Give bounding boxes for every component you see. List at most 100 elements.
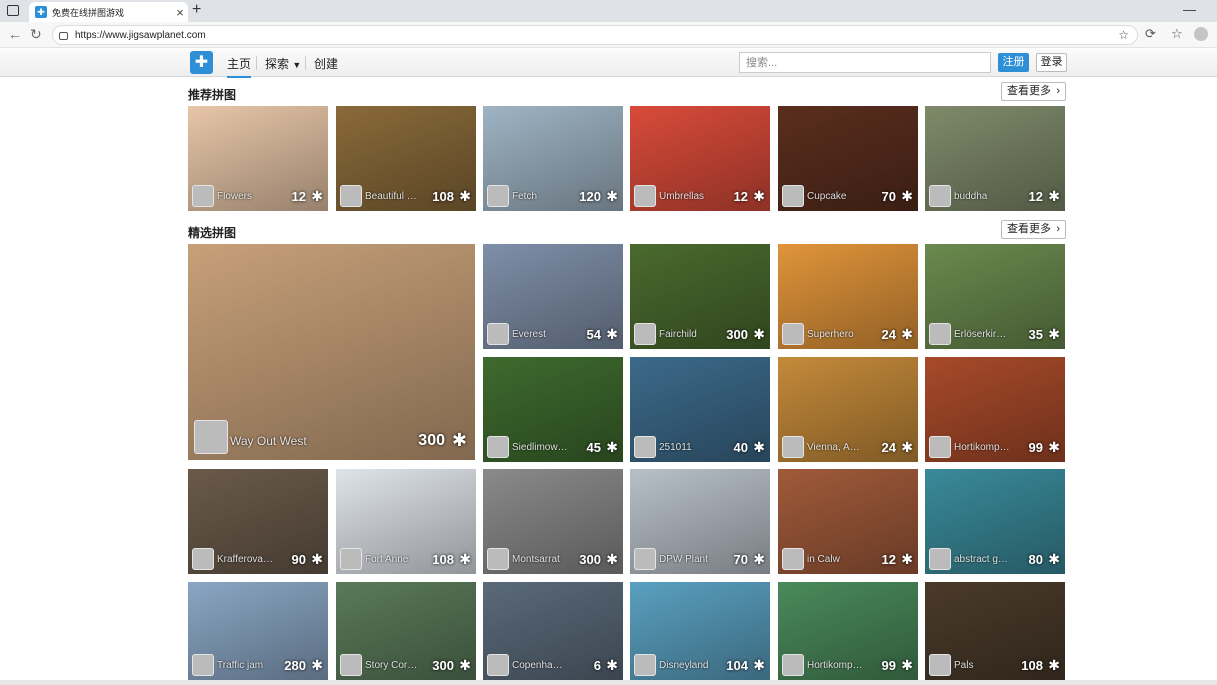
url-field[interactable]: https://www.jigsawplanet.com ☆ [52,25,1138,45]
piece-count: 12 [733,189,748,204]
puzzle-tile[interactable]: Pals 108 ✱ [925,582,1065,680]
user-avatar[interactable] [192,185,214,207]
favorites-icon[interactable]: ☆ [1171,26,1183,42]
user-avatar[interactable] [340,654,362,676]
minimize-icon[interactable]: — [1183,2,1196,17]
puzzle-piece-icon: ✱ [606,188,618,204]
puzzle-tile[interactable]: in Calw 12 ✱ [778,469,918,574]
user-avatar[interactable] [634,548,656,570]
piece-count: 300 [579,552,601,567]
puzzle-name: Erlöserkirche [954,329,1010,340]
puzzle-tile[interactable]: Fort Anne 108 ✱ [336,469,476,574]
puzzle-piece-icon: ✱ [753,326,765,342]
puzzle-tile[interactable]: 251011 40 ✱ [630,357,770,462]
puzzle-piece-icon: ✱ [459,657,471,673]
recommended-more-button[interactable]: 查看更多 › [1001,82,1066,101]
nav-divider [256,56,257,70]
puzzle-piece-icon: ✱ [606,439,618,455]
user-avatar[interactable] [192,654,214,676]
puzzle-name: Way Out West [230,434,307,448]
puzzle-tile[interactable]: Copenhagen 6 ✱ [483,582,623,680]
nav-create[interactable]: 创建 [314,55,338,72]
user-avatar[interactable] [487,654,509,676]
profile-icon[interactable] [1194,27,1208,41]
user-avatar[interactable] [782,436,804,458]
user-avatar[interactable] [929,436,951,458]
user-avatar[interactable] [487,436,509,458]
user-avatar[interactable] [782,323,804,345]
close-tab-icon[interactable]: × [172,5,188,20]
user-avatar[interactable] [487,185,509,207]
piece-count: 108 [432,552,454,567]
piece-count: 12 [881,552,896,567]
window-menu-icon[interactable] [7,5,19,16]
puzzle-tile[interactable]: Siedlimowice 45 ✱ [483,357,623,462]
user-avatar[interactable] [782,548,804,570]
puzzle-piece-icon: ✱ [606,326,618,342]
puzzle-name: buddha [954,191,988,202]
puzzle-piece-icon: ✱ [1048,657,1060,673]
user-avatar[interactable] [487,548,509,570]
nav-divider [305,56,306,70]
puzzle-tile[interactable]: Everest 54 ✱ [483,244,623,349]
puzzle-tile[interactable]: Cupcake 70 ✱ [778,106,918,211]
search-input[interactable] [739,52,991,73]
user-avatar[interactable] [192,548,214,570]
nav-home[interactable]: 主页 [227,55,252,78]
puzzle-piece-icon: ✱ [459,188,471,204]
puzzle-tile[interactable]: Montsarrat 300 ✱ [483,469,623,574]
puzzle-tile[interactable]: Disneyland 104 ✱ [630,582,770,680]
puzzle-tile[interactable]: Superhero 24 ✱ [778,244,918,349]
puzzle-piece-icon: ✱ [459,551,471,567]
user-avatar[interactable] [487,323,509,345]
puzzle-piece-icon: ✱ [1048,188,1060,204]
user-avatar[interactable] [634,436,656,458]
user-avatar[interactable] [782,654,804,676]
user-avatar[interactable] [634,654,656,676]
favicon-icon: ✚ [35,6,47,18]
site-logo-icon[interactable]: ✚ [190,51,213,74]
puzzle-tile[interactable]: Way Out West 300 ✱ [188,244,475,460]
puzzle-tile[interactable]: Krafferova ulice 90 ✱ [188,469,328,574]
user-avatar[interactable] [929,654,951,676]
puzzle-tile[interactable]: DPW Plant 70 ✱ [630,469,770,574]
piece-count: 90 [291,552,306,567]
puzzle-piece-icon: ✱ [311,551,323,567]
chevron-right-icon: › [1056,223,1060,235]
puzzle-tile[interactable]: Hortikomplex 99 ✱ [925,357,1065,462]
user-avatar[interactable] [340,185,362,207]
back-icon[interactable]: ← [8,26,22,42]
puzzle-tile[interactable]: Story Corner 300 ✱ [336,582,476,680]
user-avatar[interactable] [340,548,362,570]
user-avatar[interactable] [929,548,951,570]
user-avatar[interactable] [634,185,656,207]
new-tab-icon[interactable]: + [192,1,201,19]
featured-more-button[interactable]: 查看更多 › [1001,220,1066,239]
puzzle-tile[interactable]: Umbrellas 12 ✱ [630,106,770,211]
user-avatar[interactable] [782,185,804,207]
puzzle-tile[interactable]: abstract geometry 80 ✱ [925,469,1065,574]
register-button[interactable]: 注册 [998,53,1029,72]
puzzle-tile[interactable]: Erlöserkirche 35 ✱ [925,244,1065,349]
favorite-star-icon[interactable]: ☆ [1118,28,1129,42]
user-avatar[interactable] [634,323,656,345]
user-avatar[interactable] [929,323,951,345]
puzzle-tile[interactable]: Beautiful horse 108 ✱ [336,106,476,211]
puzzle-tile[interactable]: Fetch 120 ✱ [483,106,623,211]
puzzle-tile[interactable]: Traffic jam 280 ✱ [188,582,328,680]
puzzle-tile[interactable]: Vienna, Austria 24 ✱ [778,357,918,462]
piece-count: 99 [1028,440,1043,455]
puzzle-tile[interactable]: Fairchild 300 ✱ [630,244,770,349]
extensions-icon[interactable]: ⟳ [1145,26,1156,42]
login-button[interactable]: 登录 [1036,53,1067,72]
puzzle-name: Superhero [807,329,854,340]
puzzle-tile[interactable]: Flowers 12 ✱ [188,106,328,211]
puzzle-tile[interactable]: Hortikomplex 99 ✱ [778,582,918,680]
browser-tab[interactable]: ✚ 免费在线拼图游戏 × [29,2,188,22]
puzzle-tile[interactable]: buddha 12 ✱ [925,106,1065,211]
puzzle-name: Montsarrat [512,554,560,565]
reload-icon[interactable]: ↻ [30,26,42,43]
user-avatar[interactable] [929,185,951,207]
user-avatar[interactable] [194,420,228,454]
nav-explore[interactable]: 探索 ▼ [265,55,301,72]
